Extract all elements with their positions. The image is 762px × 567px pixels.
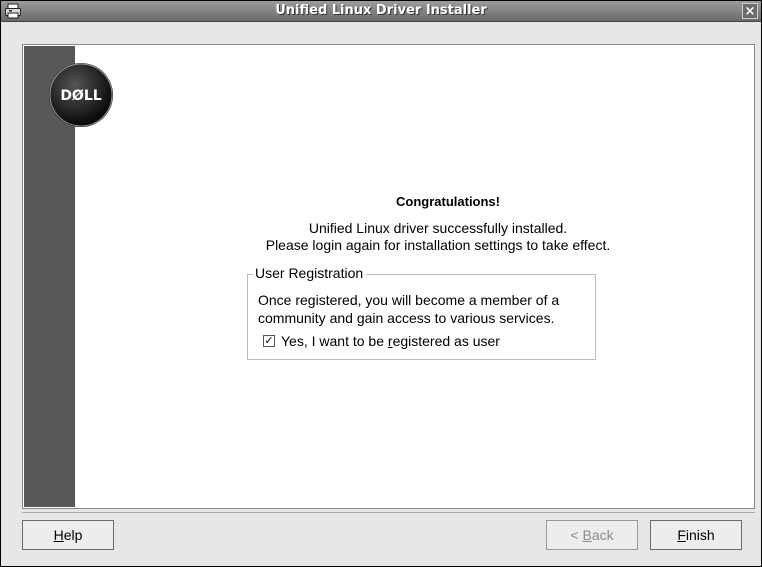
group-legend: User Registration [253,265,367,281]
content-panel: DØLL Congratulations! Unified Linux driv… [22,44,755,509]
success-heading: Congratulations! [396,194,500,209]
register-checkbox-label[interactable]: Yes, I want to be registered as user [281,333,500,349]
button-separator [22,512,755,513]
close-button[interactable]: × [742,3,758,19]
user-registration-group: User Registration Once registered, you w… [247,265,596,360]
logo-text: DØLL [60,88,101,104]
dell-logo: DØLL [49,63,113,127]
installer-window: Unified Linux Driver Installer × DØLL Co… [0,0,762,567]
registration-description: Once registered, you will become a membe… [258,291,588,327]
window-title: Unified Linux Driver Installer [275,3,487,18]
register-checkbox-row[interactable]: ✓ Yes, I want to be registered as user [263,333,500,349]
finish-button[interactable]: Finish [650,520,742,550]
checkmark-icon: ✓ [264,335,274,347]
help-button[interactable]: Help [22,520,114,550]
description-line: Once registered, you will become a membe… [258,292,560,308]
back-button[interactable]: < Back [546,520,638,550]
title-bar[interactable]: Unified Linux Driver Installer × [1,1,761,22]
message-line: Please login again for installation sett… [265,237,611,253]
description-line: community and gain access to various ser… [258,310,555,326]
close-icon: × [744,4,756,19]
success-message: Unified Linux driver successfully instal… [238,220,638,254]
message-line: Unified Linux driver successfully instal… [308,220,568,236]
register-checkbox[interactable]: ✓ [263,335,275,347]
